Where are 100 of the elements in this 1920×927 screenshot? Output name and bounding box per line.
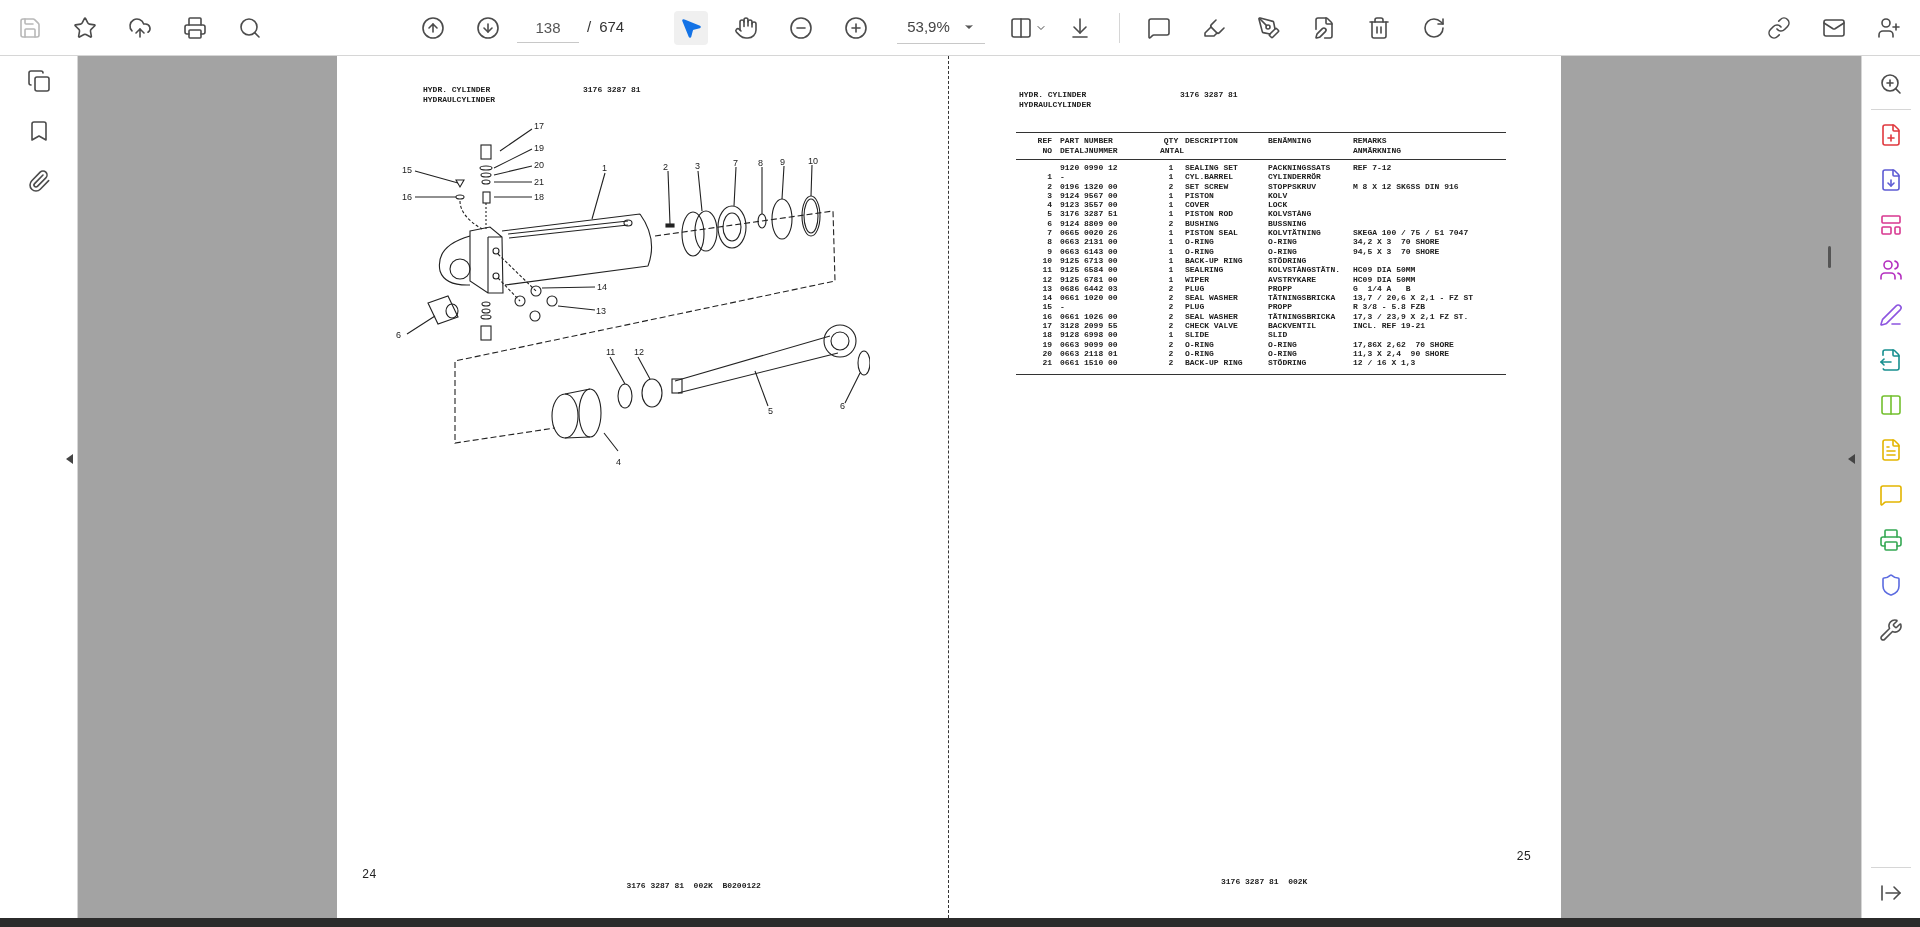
shield-icon [1879,573,1903,597]
table-cell: 9120 0990 12 [1060,163,1118,172]
table-cell: SEAL WASHER [1185,293,1238,303]
page-number: 24 [362,867,377,884]
table-cell: KOLV [1268,190,1288,200]
down-arrow-circle-icon [476,15,500,40]
table-cell: 3176 3287 51 [1060,209,1118,219]
table-cell: 2 [1168,293,1174,303]
table-cell: SLID [1268,330,1288,340]
table-cell: 3128 2099 55 [1060,321,1118,331]
callout-number: 4 [616,457,621,467]
table-cell: O-RING [1268,339,1297,349]
callout-number: 5 [768,406,773,416]
callout-number: 18 [534,192,544,202]
table-cell: 1 [1168,228,1174,238]
table-cell: 7 [1047,228,1052,238]
table-cell: 0665 0020 26 [1060,228,1118,238]
table-cell: 9123 3557 00 [1060,200,1118,210]
zoom-dropdown[interactable]: 53,9% [897,11,986,44]
table-cell: TÄTNINGSBRICKA [1268,311,1336,321]
table-cell: 0661 1510 00 [1060,358,1118,368]
table-cell: 2 [1168,348,1174,358]
users-icon [1879,258,1903,282]
table-cell: PISTON [1185,190,1214,200]
callout-number: 14 [597,282,607,292]
table-cell: KOLVSTÅNG [1268,209,1312,219]
page-title: HYDR. CYLINDER HYDRAULCYLINDER [1019,90,1092,110]
table-cell: 34,2 X 3 70 SHORE [1353,237,1440,247]
table-cell: CYL.BARREL [1185,172,1233,182]
collapse-left-arrow[interactable] [64,451,74,467]
callout-number: 8 [758,158,763,168]
wrench-icon [1879,618,1903,642]
table-cell: REF 7-12 [1353,163,1392,172]
table-cell: 0663 9099 00 [1060,339,1118,349]
paperclip-icon [26,169,51,193]
up-arrow-circle-icon [421,15,445,40]
table-cell: PROPP [1268,302,1292,312]
column-header: REF NO [1036,136,1053,156]
table-cell: 2 [1168,339,1174,349]
table-cell: 1 [1168,209,1174,219]
column-header: PART NUMBER DETALJNUMMER [1059,136,1119,156]
magnifier-plus-icon [1879,72,1903,96]
table-cell: 1 [1168,172,1174,182]
callout-number: 21 [534,177,544,187]
trash-icon [1367,15,1392,40]
table-cell: BUSHING [1185,218,1219,228]
table-cell: 17,3 / 23,9 X 2,1 FZ ST. [1353,311,1469,321]
table-cell: R 3/8 - 5.8 FZB [1353,302,1425,312]
table-cell: CYLINDERRÖR [1268,172,1321,182]
table-cell: G 1/4 A B [1353,283,1411,293]
table-cell: 0663 2131 00 [1060,237,1118,247]
table-cell: SET SCREW [1185,181,1229,191]
table-cell: SKEGA 100 / 75 / 51 7047 [1353,228,1469,238]
table-cell: 12 [1042,274,1052,284]
zoom-in-icon [844,15,869,40]
pointer-tool-button[interactable] [674,10,709,45]
table-cell: 21 [1042,358,1052,368]
table-cell: O-RING [1185,237,1214,247]
table-cell: 8 [1047,237,1052,247]
callout-number: 2 [663,162,668,172]
document-text-icon [1879,438,1903,462]
column-header: DESCRIPTION [1184,136,1239,147]
table-cell: 13 [1042,283,1052,293]
table-cell: WIPER [1185,274,1209,284]
table-cell: 94,5 X 3 70 SHORE [1353,246,1440,256]
part-number-heading: 3176 3287 81 [583,85,641,95]
table-cell: PROPP [1268,283,1292,293]
column-header: QTY ANTAL [1160,136,1182,156]
page-number-input[interactable]: 138 [517,12,579,43]
table-cell: 17,86X 2,62 70 SHORE [1353,339,1454,349]
scrollbar-thumb[interactable] [1828,246,1831,268]
speech-bubble-icon [1147,15,1172,40]
table-cell: 9 [1047,246,1052,256]
table-cell: SEALING SET [1185,163,1238,172]
table-cell: 1 [1168,274,1174,284]
callout-number: 11 [606,347,616,357]
table-cell: 14 [1042,293,1052,303]
table-cell: 2 [1168,218,1174,228]
table-cell: TÄTNINGSBRICKA [1268,293,1336,303]
user-plus-icon [1877,15,1901,40]
callout-number: 6 [396,330,401,340]
column-header: REMARKS ANMÄRKNING [1352,136,1402,156]
callout-number: 12 [634,347,644,357]
table-cell: SEALRING [1185,265,1224,275]
table-cell: O-RING [1185,339,1214,349]
table-cell: HC09 DIA 50MM [1353,265,1416,275]
table-cell: M 8 X 12 SK6SS DIN 916 [1353,181,1459,191]
table-cell: 16 [1042,311,1052,321]
callout-number: 3 [695,161,700,171]
table-cell: 1 [1168,237,1174,247]
table-cell: PACKNINGSSATS [1268,163,1331,172]
table-cell: 9125 6584 00 [1060,265,1118,275]
table-cell: 10 [1042,255,1052,265]
callout-number: 10 [808,156,818,166]
table-cell: SEAL WASHER [1185,311,1238,321]
table-cell: PLUG [1185,283,1205,293]
table-cell: AVSTRYKARE [1268,274,1316,284]
collapse-right-arrow[interactable] [1846,451,1856,467]
table-cell: PLUG [1185,302,1205,312]
table-cell: STÖDRING [1268,255,1307,265]
